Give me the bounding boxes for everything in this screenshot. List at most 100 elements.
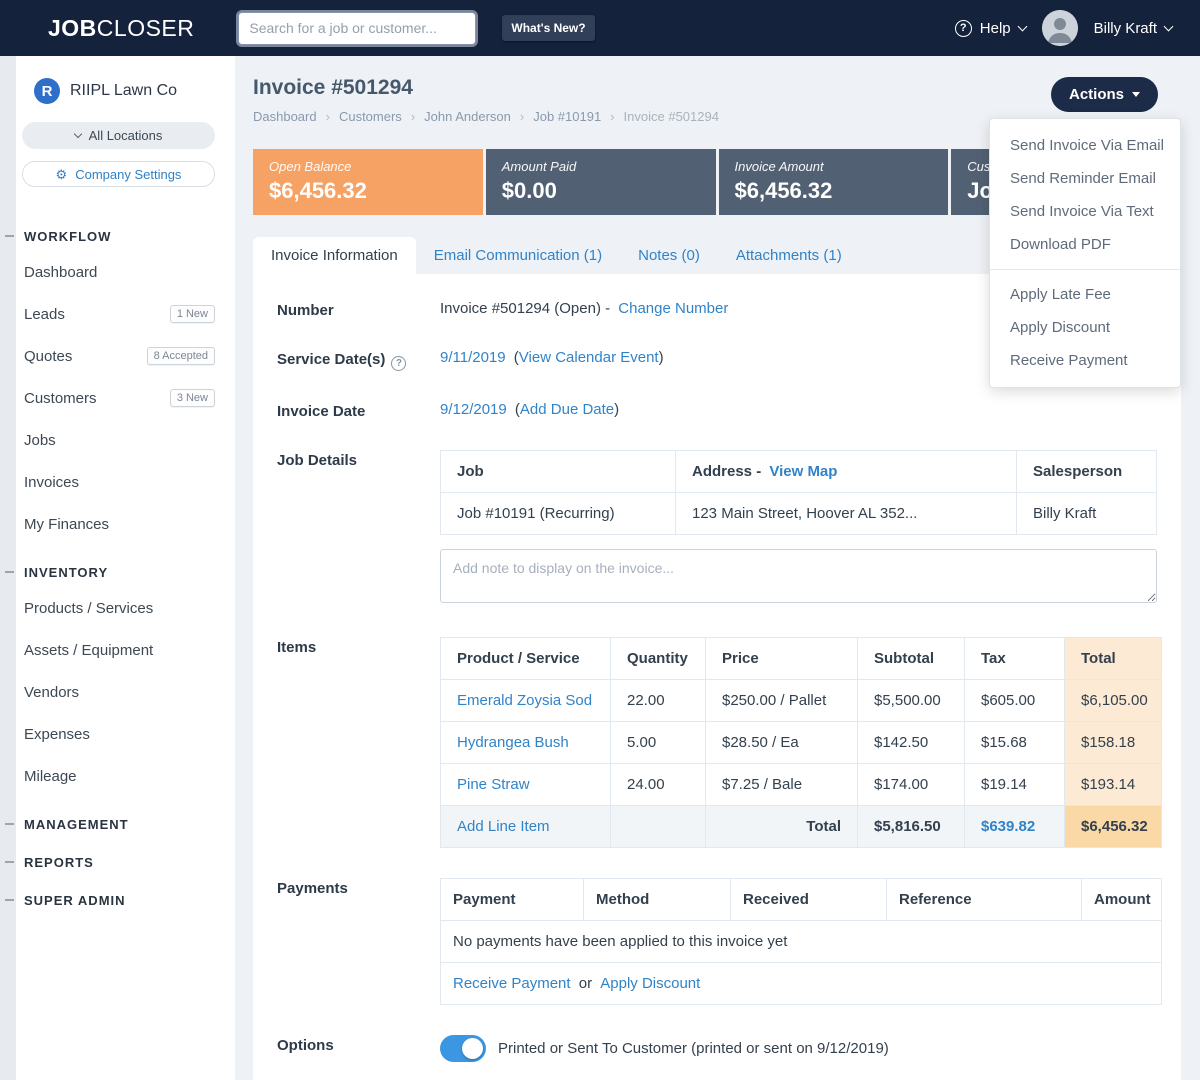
sidebar-item-label: Vendors [24, 684, 79, 701]
location-label: All Locations [89, 128, 163, 143]
search-input[interactable] [238, 12, 476, 45]
sidebar-item-leads[interactable]: Leads 1 New [0, 293, 235, 335]
chevron-down-icon [1017, 21, 1027, 31]
service-date-label: Service Date(s)? [277, 349, 440, 371]
sidebar-section-header-super-admin[interactable]: SUPER ADMIN [0, 889, 235, 911]
sidebar-item-products-services[interactable]: Products / Services [0, 587, 235, 629]
add-line-item-link[interactable]: Add Line Item [457, 818, 550, 835]
tax-header: Tax [965, 638, 1065, 680]
breadcrumb-customers[interactable]: Customers [339, 109, 402, 124]
items-row: Items Product / Service Quantity Price [277, 637, 1157, 848]
user-name: Billy Kraft [1094, 20, 1157, 37]
sidebar-item-label: Assets / Equipment [24, 642, 153, 659]
sidebar-item-label: Invoices [24, 474, 79, 491]
breadcrumb-separator: › [326, 109, 330, 124]
invoice-date-row: Invoice Date 9/12/2019 (Add Due Date) [277, 401, 1157, 420]
grand-total-cell: $6,456.32 [1065, 806, 1162, 848]
payments-empty-row: No payments have been applied to this in… [441, 921, 1162, 963]
sidebar-item-label: Customers [24, 390, 97, 407]
logo-text-light: CLOSER [97, 15, 195, 41]
sidebar-section-header-management[interactable]: MANAGEMENT [0, 813, 235, 835]
product-link[interactable]: Emerald Zoysia Sod [457, 692, 592, 709]
breadcrumb-john-anderson[interactable]: John Anderson [424, 109, 511, 124]
sidebar-item-invoices[interactable]: Invoices [0, 461, 235, 503]
payments-actions-row: Receive Payment or Apply Discount [441, 963, 1162, 1005]
printed-toggle[interactable] [440, 1035, 486, 1062]
tab-attachments[interactable]: Attachments (1) [718, 237, 860, 274]
app-logo[interactable]: JOBCLOSER [48, 15, 194, 42]
quantity-cell: 5.00 [611, 722, 706, 764]
invoice-note-input[interactable] [440, 549, 1157, 603]
change-number-link[interactable]: Change Number [618, 300, 728, 317]
job-details-label: Job Details [277, 450, 440, 607]
options-label: Options [277, 1035, 440, 1062]
sidebar-item-assets-equipment[interactable]: Assets / Equipment [0, 629, 235, 671]
sidebar-item-label: Products / Services [24, 600, 153, 617]
tax-cell: $19.14 [965, 764, 1065, 806]
menu-item-receive-payment[interactable]: Receive Payment [990, 344, 1180, 377]
location-selector[interactable]: All Locations [22, 122, 215, 149]
sidebar-item-vendors[interactable]: Vendors [0, 671, 235, 713]
toggle-knob [462, 1038, 483, 1059]
breadcrumb-job[interactable]: Job #10191 [533, 109, 601, 124]
sidebar-item-my-finances[interactable]: My Finances [0, 503, 235, 545]
tab-invoice-information[interactable]: Invoice Information [253, 237, 416, 274]
address-column-header: Address - View Map [676, 451, 1017, 493]
new-count-badge: 1 New [170, 305, 215, 323]
actions-button[interactable]: Actions [1051, 77, 1158, 112]
sidebar-item-quotes[interactable]: Quotes 8 Accepted [0, 335, 235, 377]
paren-close: ) [614, 401, 619, 418]
invoice-date-label: Invoice Date [277, 401, 440, 420]
payments-empty-message: No payments have been applied to this in… [441, 921, 1162, 963]
breadcrumb-dashboard[interactable]: Dashboard [253, 109, 317, 124]
menu-item-send-reminder-email[interactable]: Send Reminder Email [990, 162, 1180, 195]
subtotal-header: Subtotal [858, 638, 965, 680]
view-calendar-event-link[interactable]: View Calendar Event [519, 349, 659, 366]
price-cell: $250.00 / Pallet [706, 680, 858, 722]
tab-notes[interactable]: Notes (0) [620, 237, 718, 274]
sidebar-item-jobs[interactable]: Jobs [0, 419, 235, 461]
whats-new-button[interactable]: What's New? [502, 15, 594, 41]
subtotal-total-cell: $5,816.50 [858, 806, 965, 848]
product-link[interactable]: Hydrangea Bush [457, 734, 569, 751]
sidebar-section-header-reports[interactable]: REPORTS [0, 851, 235, 873]
avatar[interactable] [1042, 10, 1078, 46]
menu-item-send-invoice-via-text[interactable]: Send Invoice Via Text [990, 195, 1180, 228]
sidebar-item-expenses[interactable]: Expenses [0, 713, 235, 755]
tab-email-communication[interactable]: Email Communication (1) [416, 237, 620, 274]
breadcrumb-separator: › [411, 109, 415, 124]
question-icon[interactable]: ? [391, 356, 406, 371]
item-row: Emerald Zoysia Sod 22.00 $250.00 / Palle… [441, 680, 1162, 722]
breadcrumb-current: Invoice #501294 [624, 109, 719, 124]
menu-item-apply-late-fee[interactable]: Apply Late Fee [990, 278, 1180, 311]
sidebar-item-dashboard[interactable]: Dashboard [0, 251, 235, 293]
user-menu[interactable]: Billy Kraft [1094, 20, 1172, 37]
help-menu[interactable]: ? Help [955, 20, 1026, 37]
stat-value: $0.00 [502, 178, 700, 204]
menu-item-download-pdf[interactable]: Download PDF [990, 228, 1180, 261]
navbar-right: ? Help Billy Kraft [955, 10, 1172, 46]
sidebar-item-customers[interactable]: Customers 3 New [0, 377, 235, 419]
product-link[interactable]: Pine Straw [457, 776, 530, 793]
logo-text-bold: JOB [48, 15, 97, 41]
company-settings-button[interactable]: ⚙ Company Settings [22, 161, 215, 187]
tax-total-link[interactable]: $639.82 [981, 818, 1035, 835]
gear-icon: ⚙ [56, 168, 68, 181]
payments-table: Payment Method Received Reference Amount… [440, 878, 1162, 1005]
invoice-number-value: Invoice #501294 (Open) - [440, 300, 610, 317]
menu-item-apply-discount[interactable]: Apply Discount [990, 311, 1180, 344]
sidebar-section-header-workflow[interactable]: WORKFLOW [0, 225, 235, 247]
subtotal-cell: $174.00 [858, 764, 965, 806]
add-due-date-link[interactable]: Add Due Date [520, 401, 614, 418]
sidebar-section-header-inventory[interactable]: INVENTORY [0, 561, 235, 583]
sidebar-item-mileage[interactable]: Mileage [0, 755, 235, 797]
apply-discount-link[interactable]: Apply Discount [600, 975, 700, 992]
stat-value: $6,456.32 [269, 178, 467, 204]
view-map-link[interactable]: View Map [769, 463, 837, 480]
menu-item-send-invoice-via-email[interactable]: Send Invoice Via Email [990, 129, 1180, 162]
new-count-badge: 3 New [170, 389, 215, 407]
service-date-link[interactable]: 9/11/2019 [440, 349, 506, 366]
invoice-date-link[interactable]: 9/12/2019 [440, 401, 507, 418]
sidebar-item-label: Dashboard [24, 264, 97, 281]
receive-payment-link[interactable]: Receive Payment [453, 975, 571, 992]
